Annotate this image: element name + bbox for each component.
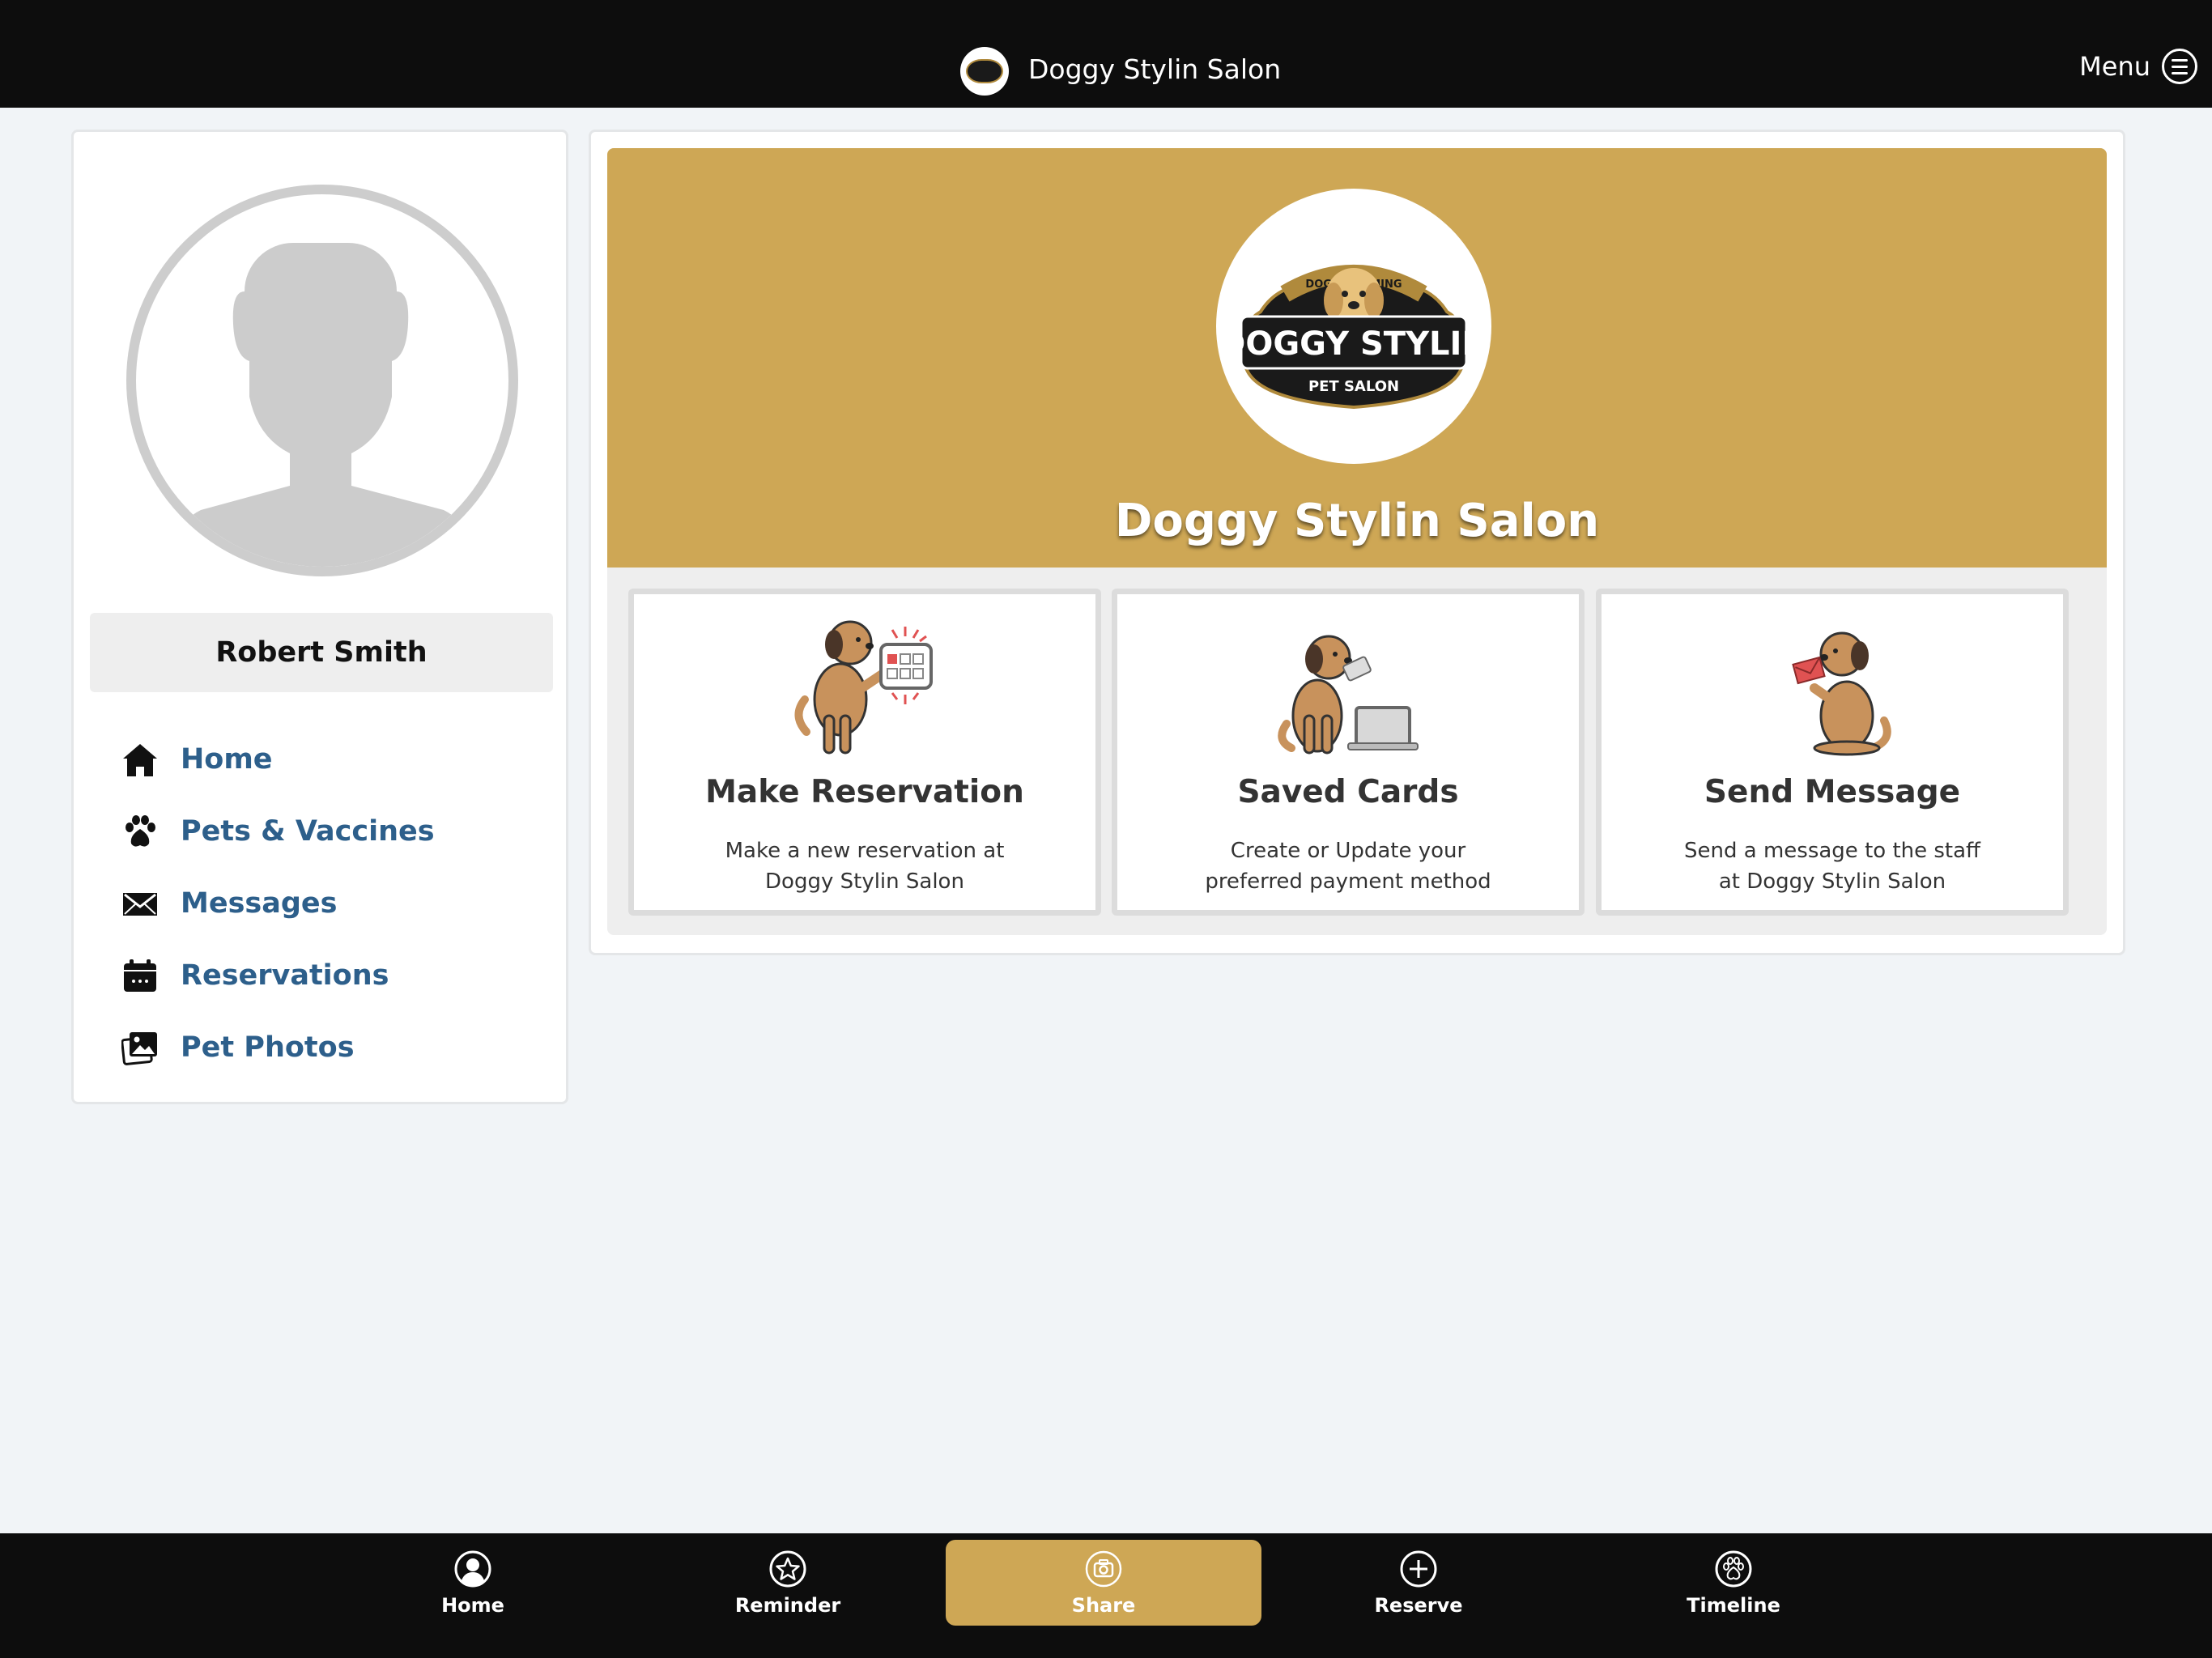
- main-panel: DOG GROOMING DOGGY STYLIN PET SALON Dogg…: [589, 130, 2125, 955]
- action-cards: Make Reservation Make a new reservation …: [607, 568, 2107, 935]
- salon-name-heading: Doggy Stylin Salon: [1114, 495, 1600, 547]
- svg-text:DOGGY STYLIN: DOGGY STYLIN: [1228, 325, 1479, 363]
- camera-circle-icon: [1083, 1549, 1124, 1589]
- tab-label: Reminder: [734, 1594, 841, 1617]
- tab-home[interactable]: Home: [315, 1540, 631, 1626]
- tab-reserve[interactable]: Reserve: [1261, 1540, 1576, 1626]
- sidebar-item-label: Home: [181, 742, 273, 776]
- star-circle-icon: [768, 1549, 808, 1589]
- user-name: Robert Smith: [90, 613, 553, 692]
- card-description: Make a new reservation at Doggy Stylin S…: [666, 835, 1063, 897]
- menu-button[interactable]: Menu: [2079, 49, 2197, 84]
- tab-label: Home: [441, 1594, 504, 1617]
- user-silhouette-icon: [177, 243, 468, 567]
- hamburger-icon: [2162, 49, 2197, 84]
- sidebar-item-label: Reservations: [181, 959, 389, 992]
- card-desc-line: Send a message to the staff: [1684, 839, 1980, 863]
- bottom-tab-bar: Home Reminder Share Reserve Timeline: [0, 1533, 2212, 1658]
- plus-circle-icon: [1398, 1549, 1439, 1589]
- card-description: Send a message to the staff at Doggy Sty…: [1634, 835, 2031, 897]
- sidebar-item-home[interactable]: Home: [121, 723, 435, 795]
- person-circle-icon: [453, 1549, 493, 1589]
- dog-card-illustration: [1117, 610, 1579, 756]
- avatar[interactable]: [126, 185, 518, 576]
- tab-timeline[interactable]: Timeline: [1576, 1540, 1891, 1626]
- send-message-card[interactable]: Send Message Send a message to the staff…: [1596, 589, 2069, 916]
- tab-label: Share: [1071, 1594, 1136, 1617]
- card-desc-line: Doggy Stylin Salon: [765, 869, 964, 894]
- menu-label: Menu: [2079, 51, 2150, 82]
- paw-icon: [121, 812, 160, 851]
- tab-label: Timeline: [1687, 1594, 1780, 1617]
- sidebar-item-pets-vaccines[interactable]: Pets & Vaccines: [121, 795, 435, 867]
- sidebar-item-reservations[interactable]: Reservations: [121, 939, 435, 1011]
- sidebar-nav: Home Pets & Vaccines Messages Reservatio…: [121, 723, 435, 1083]
- salon-logo-small: [960, 47, 1009, 96]
- sidebar-item-messages[interactable]: Messages: [121, 867, 435, 939]
- card-desc-line: preferred payment method: [1205, 869, 1491, 894]
- tab-share[interactable]: Share: [946, 1540, 1261, 1626]
- card-desc-line: Make a new reservation at: [725, 839, 1005, 863]
- dog-letter-illustration: [1602, 610, 2063, 756]
- tab-label: Reserve: [1374, 1594, 1463, 1617]
- photos-icon: [121, 1028, 160, 1067]
- card-title: Send Message: [1704, 774, 1961, 810]
- saved-cards-card[interactable]: Saved Cards Create or Update your prefer…: [1112, 589, 1585, 916]
- card-description: Create or Update your preferred payment …: [1150, 835, 1546, 897]
- sidebar-item-label: Messages: [181, 886, 338, 920]
- card-title: Saved Cards: [1237, 774, 1459, 810]
- card-title: Make Reservation: [705, 774, 1024, 810]
- dog-calendar-illustration: [634, 610, 1095, 756]
- salon-logo: DOG GROOMING DOGGY STYLIN PET SALON: [1216, 189, 1491, 464]
- card-desc-line: at Doggy Stylin Salon: [1718, 869, 1946, 894]
- salon-logo-badge: DOG GROOMING DOGGY STYLIN PET SALON: [1228, 265, 1479, 410]
- card-desc-line: Create or Update your: [1230, 839, 1466, 863]
- sidebar-item-label: Pets & Vaccines: [181, 814, 435, 848]
- profile-sidebar: Robert Smith Home Pets & Vaccines Messag…: [71, 130, 568, 1104]
- home-icon: [121, 740, 160, 779]
- top-app-bar: Doggy Stylin Salon Menu: [0, 0, 2212, 108]
- calendar-icon: [121, 956, 160, 995]
- salon-banner: DOG GROOMING DOGGY STYLIN PET SALON Dogg…: [607, 148, 2107, 568]
- sidebar-item-label: Pet Photos: [181, 1031, 355, 1064]
- app-title: Doggy Stylin Salon: [1028, 53, 1282, 85]
- paw-circle-icon: [1713, 1549, 1754, 1589]
- svg-text:PET SALON: PET SALON: [1308, 378, 1399, 395]
- sidebar-item-pet-photos[interactable]: Pet Photos: [121, 1011, 435, 1083]
- make-reservation-card[interactable]: Make Reservation Make a new reservation …: [628, 589, 1101, 916]
- envelope-icon: [121, 884, 160, 923]
- tab-reminder[interactable]: Reminder: [630, 1540, 946, 1626]
